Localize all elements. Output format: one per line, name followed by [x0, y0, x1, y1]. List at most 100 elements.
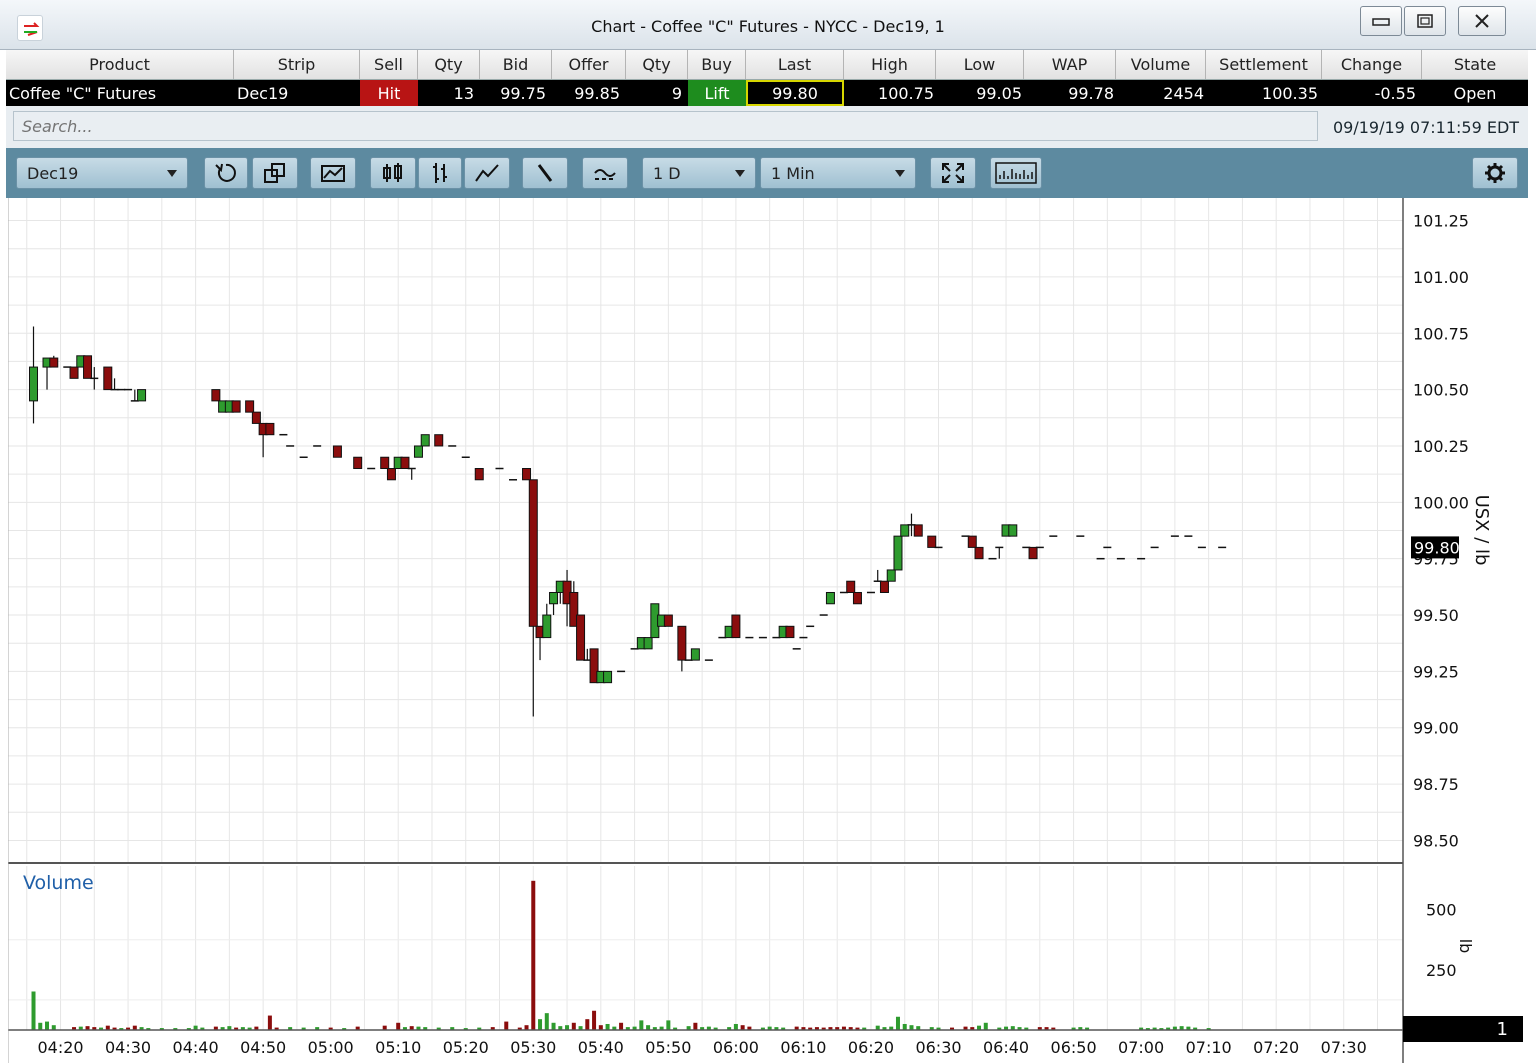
minimize-icon — [1372, 18, 1390, 26]
price-tick-label: 99.25 — [1413, 662, 1459, 681]
bar-icon — [433, 163, 447, 183]
time-tick-label: 04:40 — [173, 1038, 219, 1057]
settings-button[interactable] — [1472, 157, 1518, 189]
price-bar — [69, 366, 79, 379]
price-bar — [846, 580, 856, 593]
study-icon — [594, 169, 616, 180]
time-tick-label: 05:20 — [443, 1038, 489, 1057]
product-cell: Coffee "C" Futures — [9, 83, 157, 103]
time-tick-label: 05:30 — [510, 1038, 556, 1057]
quote-row[interactable]: Coffee "C" Futures Dec19 Hit 13 99.75 99… — [6, 80, 1528, 106]
hit-button[interactable]: Hit — [360, 80, 418, 106]
col-bid[interactable]: Bid — [480, 50, 552, 79]
price-bar — [603, 670, 613, 684]
bid-cell: 99.75 — [500, 83, 546, 103]
copy-icon — [264, 163, 285, 183]
close-icon — [1475, 14, 1489, 28]
col-offer[interactable]: Offer — [552, 50, 626, 79]
offer-cell: 99.85 — [574, 83, 620, 103]
chart-type-icon — [321, 165, 345, 182]
col-strip[interactable]: Strip — [234, 50, 360, 79]
price-bar — [731, 614, 741, 639]
volume-bar — [38, 1022, 43, 1030]
chart-area[interactable]: 101.25 101.00 100.75 100.50 100.25 100.00 99.7… — [8, 198, 1528, 1063]
interval-select[interactable]: 1 Min — [760, 157, 916, 189]
volume-bar — [538, 1019, 543, 1030]
maximize-button[interactable] — [1404, 6, 1446, 36]
chart-type-button[interactable] — [310, 157, 356, 189]
volume-bar — [585, 1019, 590, 1030]
close-button[interactable] — [1458, 6, 1506, 36]
expand-button[interactable] — [930, 157, 976, 189]
last-cell: 99.80 — [746, 80, 844, 106]
draw-line-button[interactable] — [522, 157, 568, 189]
search-input[interactable] — [13, 111, 1318, 141]
chevron-down-icon — [895, 169, 905, 177]
col-bid-qty[interactable]: Qty — [418, 50, 480, 79]
price-bar — [967, 535, 977, 548]
price-bar — [83, 355, 93, 379]
offer-qty-cell: 9 — [671, 83, 682, 103]
volume-bar — [571, 1022, 576, 1030]
volume-toggle-button[interactable] — [990, 157, 1042, 189]
col-product[interactable]: Product — [6, 50, 234, 79]
volume-tick-label: 250 — [1426, 961, 1457, 980]
bar-button[interactable] — [418, 157, 462, 189]
price-tick-label: 101.25 — [1413, 212, 1469, 231]
price-bar — [245, 400, 255, 413]
time-tick-label: 06:50 — [1051, 1038, 1097, 1057]
col-state[interactable]: State — [1422, 50, 1528, 79]
price-bar — [103, 366, 113, 391]
price-bar — [913, 524, 923, 537]
price-bar — [663, 614, 673, 627]
lift-button[interactable]: Lift — [688, 80, 746, 106]
col-change[interactable]: Change — [1322, 50, 1422, 79]
volume-bars — [31, 880, 1211, 1030]
volume-cell: 2454 — [1163, 83, 1204, 103]
price-bar — [1008, 524, 1018, 537]
minimize-button[interactable] — [1360, 6, 1402, 36]
col-volume[interactable]: Volume — [1116, 50, 1206, 79]
refresh-button[interactable] — [204, 157, 248, 189]
price-bar — [137, 389, 147, 402]
strip-select[interactable]: Dec19 — [16, 157, 188, 189]
price-tick-label: 101.00 — [1413, 268, 1469, 287]
price-bar — [785, 625, 795, 639]
price-tick-label: 99.50 — [1413, 606, 1459, 625]
price-axis-title: USX / lb — [1471, 495, 1492, 566]
col-offer-qty[interactable]: Qty — [626, 50, 688, 79]
price-bar — [353, 456, 363, 470]
ohlc-bar-button[interactable] — [370, 157, 416, 189]
col-sell[interactable]: Sell — [360, 50, 418, 79]
col-wap[interactable]: WAP — [1024, 50, 1116, 79]
volume-bar — [45, 1021, 50, 1030]
period-select[interactable]: 1 D — [642, 157, 756, 189]
last-price-label: 99.80 — [1414, 538, 1460, 557]
col-last[interactable]: Last — [746, 50, 844, 79]
time-tick-label: 07:10 — [1186, 1038, 1232, 1057]
volume-bar — [693, 1022, 698, 1030]
axes: 101.25101.00100.75100.50100.25100.0099.7… — [8, 198, 1523, 1063]
line-button[interactable] — [464, 157, 510, 189]
col-high[interactable]: High — [844, 50, 936, 79]
volume-bar — [31, 991, 36, 1030]
volume-bar — [895, 1016, 900, 1030]
strip-cell: Dec19 — [237, 83, 289, 103]
col-settlement[interactable]: Settlement — [1206, 50, 1322, 79]
copy-button[interactable] — [252, 157, 298, 189]
volume-bar — [592, 1010, 597, 1030]
time-tick-label: 04:50 — [240, 1038, 286, 1057]
price-bar — [332, 445, 342, 458]
price-volume-chart[interactable]: 101.25101.00100.75100.50100.25100.0099.7… — [8, 198, 1528, 1063]
price-bar — [852, 591, 862, 605]
chevron-down-icon — [167, 169, 177, 177]
price-bar — [542, 614, 552, 639]
volume-bar — [531, 880, 536, 1030]
time-tick-label: 05:10 — [375, 1038, 421, 1057]
col-low[interactable]: Low — [936, 50, 1024, 79]
price-tick-label: 99.00 — [1413, 719, 1459, 738]
col-buy[interactable]: Buy — [688, 50, 746, 79]
state-cell: Open — [1453, 83, 1497, 103]
price-bar — [386, 468, 396, 481]
study-button[interactable] — [582, 157, 628, 189]
